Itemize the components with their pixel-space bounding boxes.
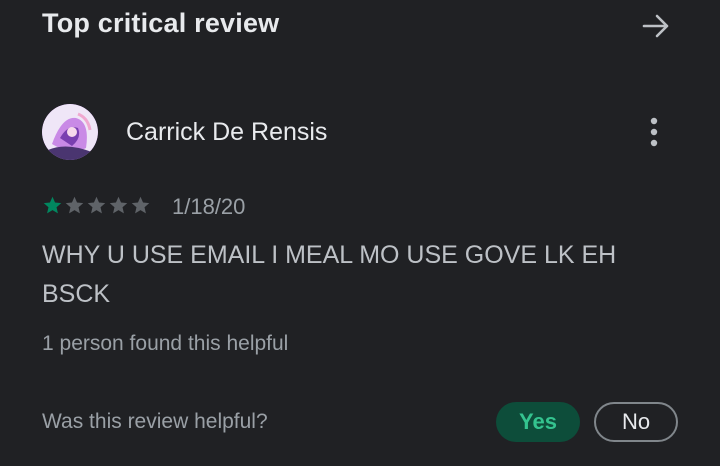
arrow-right-icon[interactable]	[640, 10, 672, 42]
avatar	[42, 104, 98, 160]
star-rating	[42, 195, 151, 217]
no-button[interactable]: No	[594, 402, 678, 442]
helpful-question: Was this review helpful?	[42, 410, 268, 433]
review-date: 1/18/20	[172, 194, 246, 219]
star-empty-icon	[87, 196, 106, 214]
yes-button[interactable]: Yes	[496, 402, 580, 442]
star-empty-icon	[131, 196, 150, 214]
rating-row: 1/18/20	[42, 193, 442, 221]
review-section-header: Top critical review	[42, 6, 678, 46]
review-author-row: Carrick De Rensis	[42, 104, 678, 162]
review-body: WHY U USE EMAIL I MEAL MO USE GOVE LK EH…	[42, 241, 617, 308]
star-empty-icon	[65, 196, 84, 214]
helpful-count: 1 person found this helpful	[42, 332, 289, 355]
star-empty-icon	[109, 196, 128, 214]
reviewer-name: Carrick De Rensis	[126, 118, 328, 146]
section-title: Top critical review	[42, 8, 280, 38]
star-filled-icon	[43, 196, 62, 214]
more-vert-icon[interactable]	[642, 116, 666, 148]
helpfulness-feedback: Was this review helpful? Yes No	[42, 400, 678, 444]
